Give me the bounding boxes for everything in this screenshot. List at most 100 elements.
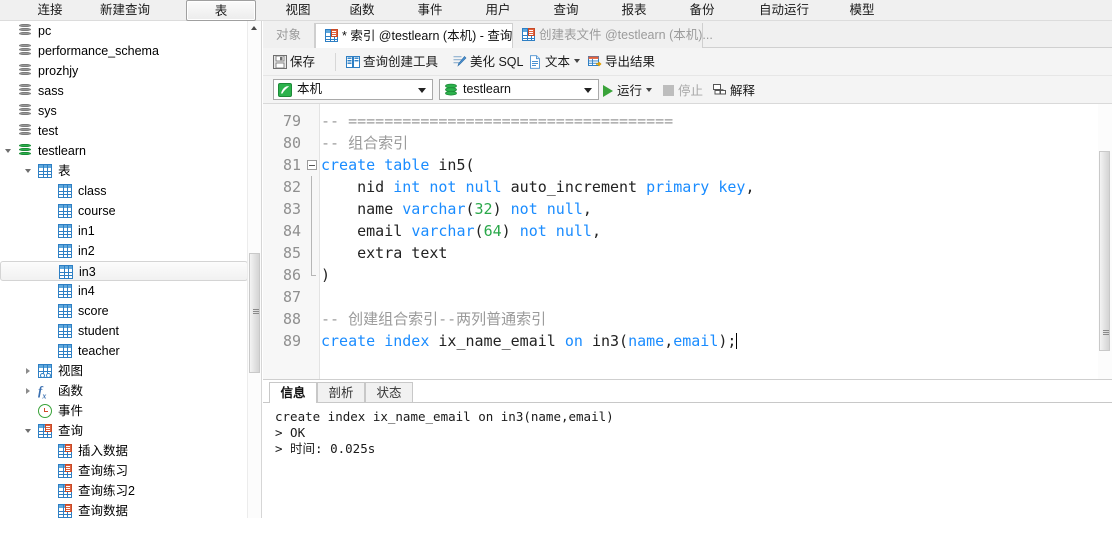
tree-item[interactable]: 视图 — [0, 361, 248, 381]
table-icon — [59, 265, 73, 279]
tree-item[interactable]: pc — [0, 21, 248, 41]
tree-item[interactable]: testlearn — [0, 141, 248, 161]
object-tree-sidebar: pc performance_schema prozhjy sass sys test te… — [0, 21, 262, 518]
document-tab[interactable]: * 索引 @testlearn (本机) - 查询 — [315, 23, 513, 49]
explain-icon — [713, 84, 727, 98]
tree-item[interactable]: test — [0, 121, 248, 141]
chevron-down-icon[interactable] — [574, 59, 581, 63]
result-tab[interactable]: 剖析 — [317, 382, 365, 403]
document-tab[interactable]: 对象 — [263, 23, 315, 48]
tree-item[interactable]: in1 — [0, 221, 248, 241]
tree-item-label: 事件 — [58, 404, 84, 418]
chevron-down-icon[interactable] — [418, 88, 426, 93]
table-icon — [58, 324, 72, 338]
menu-item-6[interactable]: 用户 — [472, 1, 524, 20]
tree-item[interactable]: course — [0, 201, 248, 221]
code-line[interactable]: 84 email varchar(64) not null, — [263, 220, 1112, 242]
tree-item[interactable]: score — [0, 301, 248, 321]
query-builder-button[interactable]: 查询创建工具 — [346, 52, 438, 72]
document-tab[interactable]: 创建表文件 @testlearn (本机)... — [513, 23, 713, 48]
tree-item[interactable]: 查询练习2 — [0, 481, 248, 501]
menu-item-3[interactable]: 视图 — [272, 1, 324, 20]
tree-item[interactable]: fx 函数 — [0, 381, 248, 401]
chevron-down-icon[interactable] — [584, 88, 592, 93]
code-line[interactable]: 81 create table in5( — [263, 154, 1112, 176]
tree-item[interactable]: in2 — [0, 241, 248, 261]
code-lines[interactable]: 79 -- ===================================… — [263, 110, 1112, 352]
result-message-line: create index ix_name_email on in3(name,e… — [275, 409, 614, 424]
sidebar-scrollbar[interactable] — [247, 21, 261, 518]
code-line[interactable]: 79 -- ===================================… — [263, 110, 1112, 132]
line-number: 85 — [282, 244, 301, 262]
query-builder-icon — [346, 55, 360, 69]
menu-item-5[interactable]: 事件 — [404, 1, 456, 20]
function-fx-icon: fx — [38, 383, 47, 401]
menu-item-11[interactable]: 模型 — [836, 1, 888, 20]
chevron-right-icon[interactable] — [24, 361, 36, 381]
tree-item[interactable]: class — [0, 181, 248, 201]
code-line[interactable]: 83 name varchar(32) not null, — [263, 198, 1112, 220]
line-number: 81 — [282, 156, 301, 174]
main-panel: 对象 * 索引 @testlearn (本机) - 查询 创建表文件 @testle… — [263, 21, 1112, 540]
chevron-down-icon[interactable] — [646, 88, 653, 92]
code-line[interactable]: 86) — [263, 264, 1112, 286]
chevron-right-icon[interactable] — [24, 381, 36, 401]
chevron-down-icon[interactable] — [4, 141, 16, 161]
tree-item[interactable]: 查询 — [0, 421, 248, 441]
tree-item[interactable]: 表 — [0, 161, 248, 181]
line-number: 89 — [282, 332, 301, 350]
query-icon — [522, 28, 535, 41]
tree-item[interactable]: 查询数据 — [0, 501, 248, 518]
tree-item[interactable]: 查询练习 — [0, 461, 248, 481]
result-tab[interactable]: 信息 — [269, 382, 317, 404]
beautify-sql-button[interactable]: 美化 SQL — [453, 52, 524, 72]
explain-button[interactable]: 解释 — [713, 81, 755, 101]
menu-item-10[interactable]: 自动运行 — [742, 1, 826, 20]
menu-item-8[interactable]: 报表 — [608, 1, 660, 20]
connection-select[interactable]: 本机 — [273, 79, 433, 100]
tree-item[interactable]: prozhjy — [0, 61, 248, 81]
sql-editor[interactable]: 79 -- ===================================… — [263, 104, 1112, 379]
stop-square-icon — [663, 85, 674, 96]
menu-item-1[interactable]: 新建查询 — [82, 1, 168, 20]
line-number: 80 — [282, 134, 301, 152]
code-line[interactable]: 82 nid int not null auto_increment prima… — [263, 176, 1112, 198]
editor-scrollbar[interactable] — [1098, 104, 1112, 379]
tree-item[interactable]: performance_schema — [0, 41, 248, 61]
run-button[interactable]: 运行 — [603, 81, 653, 101]
save-button[interactable]: 保存 — [273, 52, 315, 72]
tree-item[interactable]: in3 — [0, 261, 248, 281]
menu-item-7[interactable]: 查询 — [540, 1, 592, 20]
menu-item-4[interactable]: 函数 — [336, 1, 388, 20]
code-line[interactable]: 85 extra text — [263, 242, 1112, 264]
tree-item-label: 视图 — [58, 364, 84, 378]
tree-item[interactable]: in4 — [0, 281, 248, 301]
tree-item[interactable]: 事件 — [0, 401, 248, 421]
code-line[interactable]: 88 -- 创建组合索引--两列普通索引 — [263, 308, 1112, 330]
editor-scrollbar-thumb[interactable] — [1099, 151, 1110, 351]
chevron-down-icon[interactable] — [24, 421, 36, 441]
fold-guide-line — [311, 220, 312, 242]
tree-item[interactable]: sys — [0, 101, 248, 121]
chevron-down-icon[interactable] — [24, 161, 36, 181]
tree-item[interactable]: student — [0, 321, 248, 341]
sidebar-scrollbar-thumb[interactable] — [249, 253, 260, 373]
code-line[interactable]: 87 — [263, 286, 1112, 308]
result-tab[interactable]: 状态 — [365, 382, 413, 403]
line-number: 82 — [282, 178, 301, 196]
code-line[interactable]: 80 -- 组合索引 — [263, 132, 1112, 154]
menu-item-9[interactable]: 备份 — [676, 1, 728, 20]
tree-item[interactable]: sass — [0, 81, 248, 101]
fold-collapse-icon[interactable] — [307, 160, 317, 170]
menu-item-0[interactable]: 连接 — [22, 1, 78, 20]
tree-item[interactable]: 插入数据 — [0, 441, 248, 461]
code-line[interactable]: 89 create index ix_name_email on in3(name… — [263, 330, 1112, 352]
export-result-button[interactable]: 导出结果 — [588, 52, 655, 72]
text-caret — [736, 333, 738, 349]
scroll-up-button[interactable] — [248, 21, 261, 35]
menu-item-2[interactable]: 表 — [186, 0, 256, 21]
database-select[interactable]: testlearn — [439, 79, 599, 100]
tree-item[interactable]: teacher — [0, 341, 248, 361]
results-tabstrip: 信息 剖析 状态 — [263, 380, 1112, 404]
text-mode-button[interactable]: 文本 — [528, 52, 581, 72]
